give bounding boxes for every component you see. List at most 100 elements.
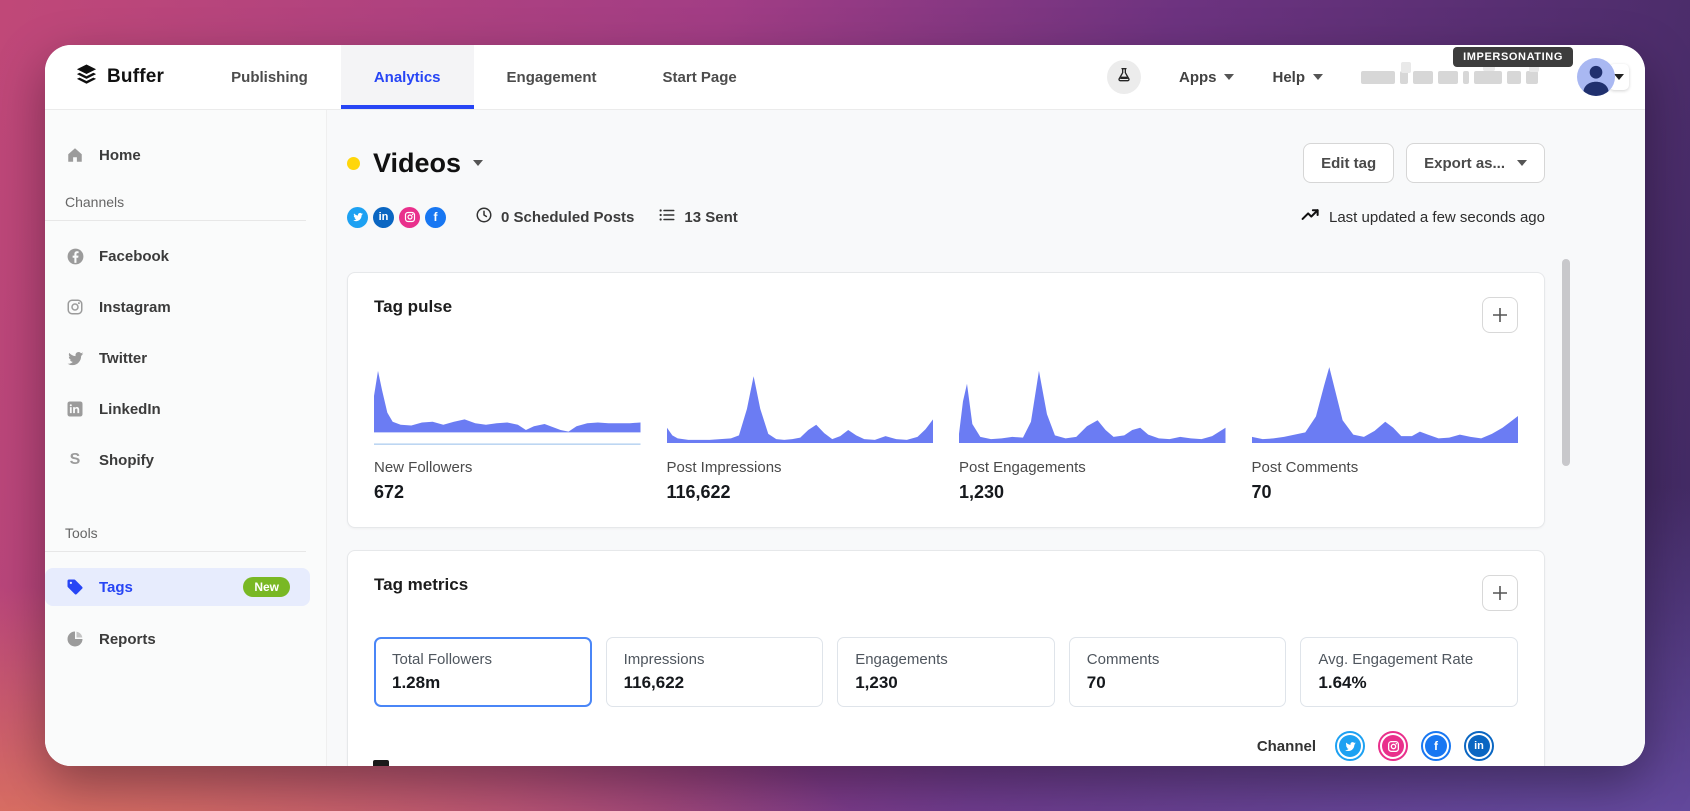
chart-value: 116,622: [667, 482, 934, 503]
linkedin-filter-icon[interactable]: in: [1464, 731, 1494, 761]
instagram-channel-icon[interactable]: [399, 207, 420, 228]
apps-menu[interactable]: Apps: [1179, 69, 1235, 86]
export-as-button[interactable]: Export as...: [1406, 143, 1545, 183]
last-updated: Last updated a few seconds ago: [1301, 207, 1545, 227]
meta-row: in f 0 Scheduled Posts: [347, 202, 1545, 232]
chevron-down-icon: [1224, 74, 1234, 80]
tile-total-followers[interactable]: Total Followers 1.28m: [374, 637, 592, 707]
tab-publishing[interactable]: Publishing: [198, 45, 341, 109]
chevron-down-icon[interactable]: [473, 160, 483, 166]
chart-value: 70: [1252, 482, 1519, 503]
card-title: Tag metrics: [374, 575, 468, 595]
sparkline-grid: New Followers 672 Post Impressions 116,6…: [374, 363, 1518, 503]
sidebar-item-twitter[interactable]: Twitter: [45, 339, 326, 377]
sidebar-item-home[interactable]: Home: [45, 136, 326, 174]
add-metric-button[interactable]: [1482, 297, 1518, 333]
tag-pulse-card: Tag pulse New Followers 672: [347, 272, 1545, 528]
page-header: Videos Edit tag Export as...: [347, 140, 1545, 186]
help-menu[interactable]: Help: [1272, 69, 1323, 86]
sparkline-post-impressions: Post Impressions 116,622: [667, 363, 934, 503]
chart-value: 1,230: [959, 482, 1226, 503]
avatar[interactable]: [1577, 58, 1615, 96]
tile-avg-engagement-rate[interactable]: Avg. Engagement Rate 1.64%: [1300, 637, 1518, 707]
twitter-icon: [65, 348, 85, 368]
sidebar-item-linkedin[interactable]: LinkedIn: [45, 390, 326, 428]
app-body: Home Channels Facebook Instagram: [45, 110, 1645, 766]
twitter-channel-icon[interactable]: [347, 207, 368, 228]
tab-start-page[interactable]: Start Page: [630, 45, 770, 109]
chart-label: Post Engagements: [959, 459, 1226, 476]
clipped-next-section: [373, 760, 389, 766]
brand-name: Buffer: [107, 66, 164, 88]
instagram-filter-icon[interactable]: [1378, 731, 1408, 761]
vertical-scrollbar[interactable]: [1562, 259, 1570, 466]
sidebar-item-instagram[interactable]: Instagram: [45, 288, 326, 326]
help-label: Help: [1272, 69, 1305, 86]
sidebar-heading-channels: Channels: [45, 188, 306, 221]
tag-icon: [65, 577, 85, 597]
desktop-background: Buffer Publishing Analytics Engagement S…: [0, 0, 1690, 811]
list-icon: [658, 206, 676, 228]
page-title: Videos: [373, 148, 461, 179]
flask-icon: [1116, 67, 1132, 88]
facebook-filter-icon[interactable]: f: [1421, 731, 1451, 761]
trending-icon: [1301, 207, 1320, 227]
plus-icon: [1492, 585, 1508, 601]
tag-color-dot: [347, 157, 360, 170]
impersonating-badge: IMPERSONATING: [1453, 47, 1573, 67]
facebook-icon: [65, 246, 85, 266]
tag-metrics-card: Tag metrics Total Followers 1.28m Impres…: [347, 550, 1545, 766]
chevron-down-icon: [1313, 74, 1323, 80]
shopify-icon: S: [65, 450, 85, 470]
account-menu[interactable]: [1577, 58, 1629, 96]
sent-posts: 13 Sent: [658, 206, 737, 228]
nav-tabs: Publishing Analytics Engagement Start Pa…: [198, 45, 770, 109]
tile-engagements[interactable]: Engagements 1,230: [837, 637, 1055, 707]
chart-label: Post Comments: [1252, 459, 1519, 476]
linkedin-icon: [65, 399, 85, 419]
person-icon: [1577, 58, 1615, 96]
channel-filter-row: Channel f in: [374, 731, 1518, 761]
clock-icon: [475, 206, 493, 228]
sidebar-heading-tools: Tools: [45, 519, 306, 552]
pie-chart-icon: [65, 629, 85, 649]
chevron-down-icon: [1614, 74, 1624, 80]
card-title: Tag pulse: [374, 297, 452, 317]
apps-label: Apps: [1179, 69, 1217, 86]
sidebar-item-label: LinkedIn: [99, 401, 161, 418]
instagram-icon: [65, 297, 85, 317]
sidebar: Home Channels Facebook Instagram: [45, 110, 327, 766]
sidebar-item-label: Instagram: [99, 299, 171, 316]
chart-label: New Followers: [374, 459, 641, 476]
top-nav: Buffer Publishing Analytics Engagement S…: [45, 45, 1645, 110]
sidebar-item-label: Facebook: [99, 248, 169, 265]
sidebar-item-shopify[interactable]: S Shopify: [45, 441, 326, 479]
chart-label: Post Impressions: [667, 459, 934, 476]
metric-tiles: Total Followers 1.28m Impressions 116,62…: [374, 637, 1518, 707]
plus-icon: [1492, 307, 1508, 323]
scheduled-posts: 0 Scheduled Posts: [475, 206, 634, 228]
sidebar-item-reports[interactable]: Reports: [45, 620, 326, 658]
sidebar-item-tags[interactable]: Tags New: [45, 568, 310, 606]
add-metric-button[interactable]: [1482, 575, 1518, 611]
twitter-filter-icon[interactable]: [1335, 731, 1365, 761]
tab-engagement[interactable]: Engagement: [474, 45, 630, 109]
buffer-logo[interactable]: Buffer: [45, 45, 198, 109]
edit-tag-button[interactable]: Edit tag: [1303, 143, 1394, 183]
sidebar-item-label: Tags: [99, 579, 133, 596]
sparkline-post-comments: Post Comments 70: [1252, 363, 1519, 503]
chevron-down-icon: [1517, 160, 1527, 166]
new-badge: New: [243, 577, 290, 597]
tab-analytics[interactable]: Analytics: [341, 45, 474, 109]
tile-impressions[interactable]: Impressions 116,622: [606, 637, 824, 707]
sidebar-item-facebook[interactable]: Facebook: [45, 237, 326, 275]
tile-comments[interactable]: Comments 70: [1069, 637, 1287, 707]
chart-value: 672: [374, 482, 641, 503]
sidebar-item-label: Reports: [99, 631, 156, 648]
sparkline-post-engagements: Post Engagements 1,230: [959, 363, 1226, 503]
labs-flask-button[interactable]: [1107, 60, 1141, 94]
linkedin-channel-icon[interactable]: in: [373, 207, 394, 228]
sidebar-item-label: Twitter: [99, 350, 147, 367]
home-icon: [65, 145, 85, 165]
facebook-channel-icon[interactable]: f: [425, 207, 446, 228]
